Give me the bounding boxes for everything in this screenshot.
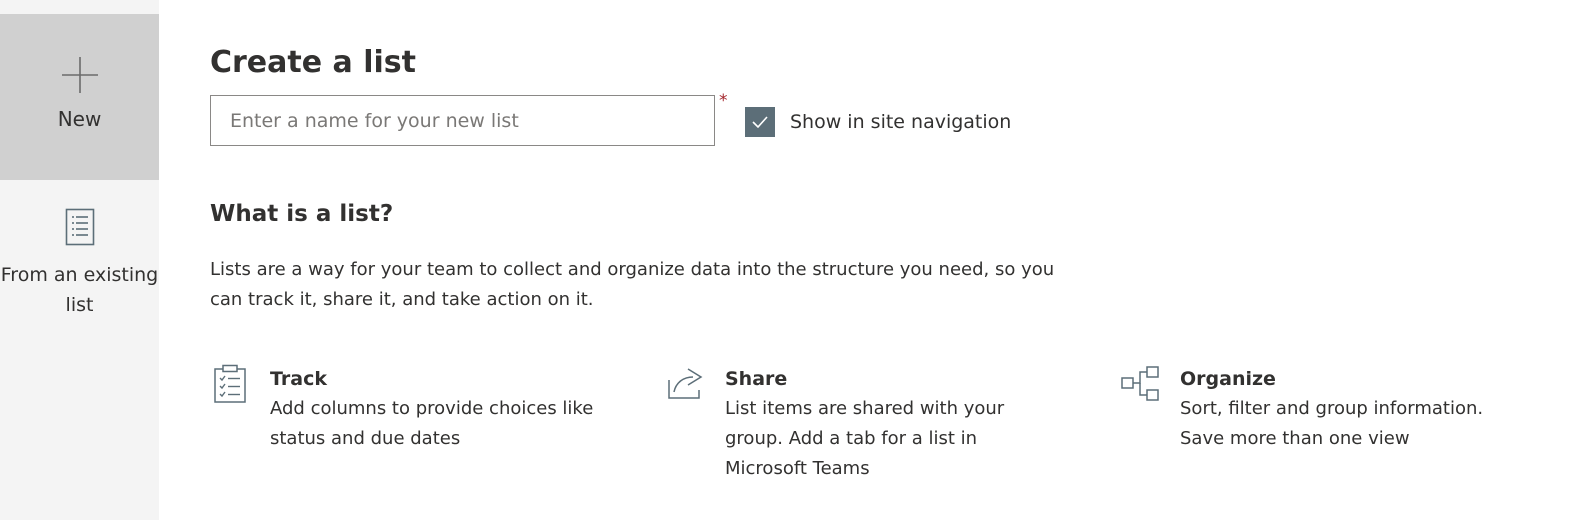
create-list-form: Create a list * Show in site navigation … bbox=[210, 0, 1580, 520]
clipboard-checklist-icon bbox=[214, 364, 246, 403]
feature-description: Sort, filter and group information. Save… bbox=[1180, 398, 1484, 449]
new-list-option[interactable]: New bbox=[0, 14, 159, 180]
existing-list-option[interactable]: From an existing list bbox=[0, 208, 159, 328]
list-name-input[interactable] bbox=[210, 95, 715, 146]
existing-option-label: From an existing list bbox=[0, 264, 159, 316]
show-in-site-navigation-checkbox[interactable]: Show in site navigation bbox=[745, 107, 1011, 137]
checkbox-checked[interactable] bbox=[745, 107, 775, 137]
plus-icon bbox=[61, 57, 98, 93]
feature-title: Track bbox=[270, 368, 327, 390]
feature-organize: Organize Sort, filter and group informat… bbox=[1120, 364, 1525, 454]
feature-track-text: Track Add columns to provide choices lik… bbox=[270, 364, 640, 454]
list-description: Lists are a way for your team to collect… bbox=[210, 259, 1055, 310]
feature-title: Organize bbox=[1180, 368, 1276, 390]
required-asterisk: * bbox=[719, 91, 728, 111]
feature-track: Track Add columns to provide choices lik… bbox=[210, 364, 640, 454]
new-option-label: New bbox=[57, 107, 102, 131]
create-options-rail: New From an existing list bbox=[0, 0, 159, 520]
list-document-icon bbox=[65, 208, 94, 246]
feature-description: Add columns to provide choices like stat… bbox=[270, 398, 594, 449]
feature-share-text: Share List items are shared with your gr… bbox=[725, 364, 1035, 484]
page-title: Create a list bbox=[210, 45, 416, 80]
feature-share: Share List items are shared with your gr… bbox=[665, 364, 1035, 484]
checkbox-label: Show in site navigation bbox=[790, 111, 1012, 133]
organize-flowchart-icon bbox=[1121, 366, 1159, 401]
create-list-panel: New From an existing list Create a list … bbox=[0, 0, 1591, 520]
feature-organize-text: Organize Sort, filter and group informat… bbox=[1180, 364, 1525, 454]
feature-title: Share bbox=[725, 368, 788, 390]
feature-description: List items are shared with your group. A… bbox=[725, 398, 1005, 479]
section-heading: What is a list? bbox=[210, 201, 394, 227]
checkmark-icon bbox=[752, 116, 768, 129]
share-arrow-icon bbox=[668, 368, 703, 399]
